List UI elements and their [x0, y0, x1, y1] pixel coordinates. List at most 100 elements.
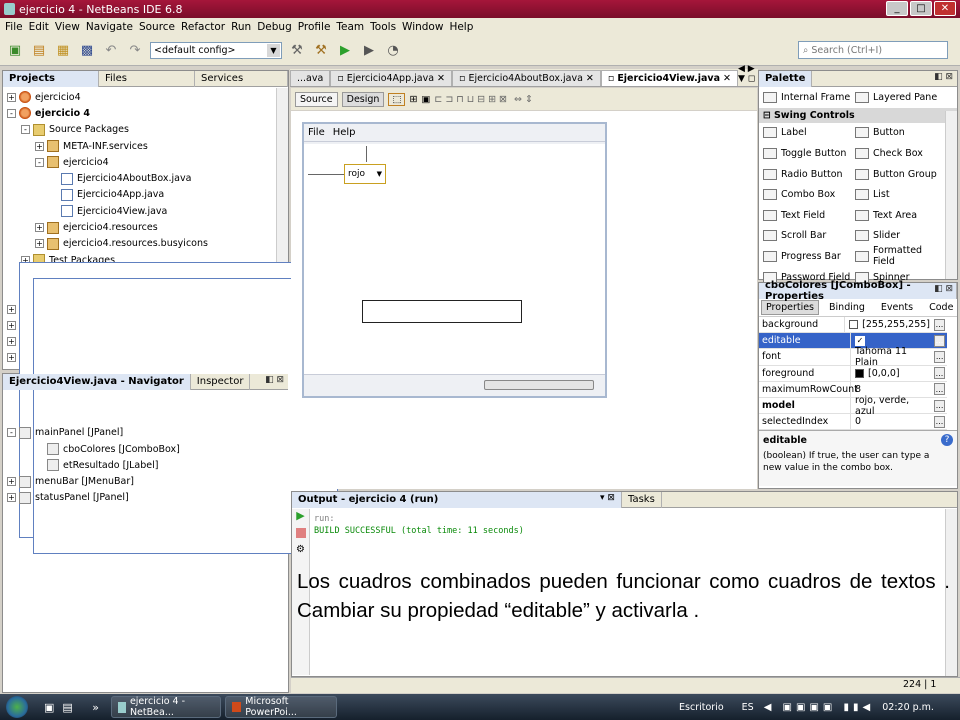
menu-profile[interactable]: Profile: [295, 21, 334, 33]
menu-view[interactable]: View: [52, 21, 83, 33]
design-view-button[interactable]: Design: [341, 91, 385, 107]
tree-item[interactable]: + ejercicio4.resources.busyicons: [7, 236, 288, 252]
tab-editor-aboutbox[interactable]: ▫ Ejercicio4AboutBox.java ✕: [452, 70, 601, 86]
palette-item[interactable]: Check Box: [855, 147, 947, 159]
clean-build-icon[interactable]: ⚒: [312, 42, 330, 60]
expand-icon[interactable]: +: [7, 353, 16, 363]
tab-palette[interactable]: Palette: [759, 70, 813, 87]
form-preview[interactable]: File Help rojo ▼: [302, 122, 607, 398]
tab-services[interactable]: Services: [195, 70, 288, 87]
property-value-cell[interactable]: rojo, verde, azul...: [851, 395, 947, 417]
property-row[interactable]: font Tahoma 11 Plain...: [759, 346, 947, 368]
menu-window[interactable]: Window: [399, 21, 446, 33]
run-icon[interactable]: ▶: [336, 42, 354, 60]
menu-help[interactable]: Help: [446, 21, 476, 33]
menu-debug[interactable]: Debug: [254, 21, 295, 33]
close-tab-icon[interactable]: ✕: [437, 73, 445, 84]
palette-item[interactable]: Slider: [855, 230, 947, 242]
editable-checkbox[interactable]: ✓: [855, 335, 865, 346]
menu-edit[interactable]: Edit: [26, 21, 52, 33]
palette-item-internal-frame[interactable]: Internal Frame: [763, 91, 855, 103]
palette-item[interactable]: Label: [763, 127, 855, 139]
ellipsis-button[interactable]: ...: [934, 334, 945, 347]
align-icons[interactable]: ⊏⊐⊓⊔⊟⊞⊠: [434, 94, 510, 105]
tab-events[interactable]: Events: [875, 302, 919, 313]
ellipsis-button[interactable]: ...: [934, 383, 945, 396]
resize-icons[interactable]: ⇔ ⇕: [514, 94, 533, 105]
palette-item[interactable]: List: [855, 189, 947, 201]
preview-icon[interactable]: ▣: [421, 94, 430, 105]
tab-output[interactable]: Output - ejercicio 4 (run): [292, 491, 622, 508]
tab-editor-ava[interactable]: ...ava: [290, 70, 331, 86]
combo-box-selected[interactable]: rojo ▼: [344, 164, 386, 184]
profile-icon[interactable]: ◔: [384, 42, 402, 60]
editor-nav-icons[interactable]: ◀ ▶ ▼ ◻: [738, 64, 758, 84]
ellipsis-button[interactable]: ...: [934, 399, 945, 412]
start-button[interactable]: [0, 694, 34, 720]
stop-icon[interactable]: [295, 528, 306, 538]
palette-scrollbar[interactable]: [945, 111, 957, 279]
settings-icon[interactable]: ⚙: [292, 544, 309, 555]
palette-item[interactable]: Button Group: [855, 168, 947, 180]
palette-item[interactable]: Formatted Field: [855, 245, 947, 267]
new-project-icon[interactable]: ▤: [30, 42, 48, 60]
tree-item[interactable]: Ejercicio4App.java: [7, 187, 288, 203]
close-tab-icon[interactable]: ✕: [723, 73, 731, 84]
ellipsis-button[interactable]: ...: [934, 415, 945, 428]
property-value-cell[interactable]: [0,0,0]...: [851, 366, 947, 381]
expand-icon[interactable]: +: [35, 223, 44, 233]
redo-icon[interactable]: ↷: [126, 42, 144, 60]
expand-icon[interactable]: +: [7, 493, 16, 503]
search-input[interactable]: Search (Ctrl+I): [811, 45, 882, 56]
tree-item[interactable]: - ejercicio 4: [7, 105, 288, 121]
menu-refactor[interactable]: Refactor: [178, 21, 228, 33]
help-icon[interactable]: ?: [941, 434, 953, 446]
property-row[interactable]: selectedIndex 0...: [759, 414, 947, 430]
form-menu-file[interactable]: File: [308, 127, 325, 138]
ellipsis-button[interactable]: ...: [934, 318, 945, 331]
tree-item[interactable]: + ejercicio4: [7, 89, 288, 105]
palette-item[interactable]: Toggle Button: [763, 147, 855, 159]
palette-item[interactable]: Combo Box: [763, 189, 855, 201]
minimize-button[interactable]: _: [886, 1, 908, 16]
expand-icon[interactable]: +: [35, 239, 44, 249]
tree-item[interactable]: - Source Packages: [7, 122, 288, 138]
palette-item[interactable]: Button: [855, 127, 947, 139]
tree-item[interactable]: Ejercicio4AboutBox.java: [7, 170, 288, 186]
property-row[interactable]: model rojo, verde, azul...: [759, 395, 947, 417]
menu-tools[interactable]: Tools: [367, 21, 399, 33]
collapse-icon[interactable]: -: [21, 125, 30, 135]
rerun-icon[interactable]: ▶: [292, 509, 309, 522]
palette-item[interactable]: Progress Bar: [763, 250, 855, 262]
tab-binding[interactable]: Binding: [823, 302, 871, 313]
panel-controls-icon[interactable]: ▾ ⊠: [600, 493, 615, 503]
source-view-button[interactable]: Source: [295, 91, 338, 107]
tree-item[interactable]: + META-INF.services: [7, 138, 288, 154]
property-row[interactable]: foreground [0,0,0]...: [759, 365, 947, 382]
debug-icon[interactable]: ▶: [360, 42, 378, 60]
tab-inspector[interactable]: Inspector: [191, 373, 251, 390]
palette-section-header[interactable]: ⊟ Swing Controls: [759, 107, 957, 123]
ellipsis-button[interactable]: ...: [934, 367, 945, 380]
new-file-icon[interactable]: ▣: [6, 42, 24, 60]
config-select[interactable]: <default config> ▼: [150, 42, 282, 59]
form-menu-help[interactable]: Help: [333, 127, 356, 138]
label-placeholder[interactable]: [362, 300, 522, 323]
expand-icon[interactable]: +: [7, 477, 16, 487]
panel-controls-icon[interactable]: ◧ ⊠: [265, 375, 284, 385]
save-all-icon[interactable]: ▩: [78, 42, 96, 60]
panel-controls-icon[interactable]: ◧ ⊠: [934, 72, 953, 82]
build-icon[interactable]: ⚒: [288, 42, 306, 60]
desktop-label[interactable]: Escritorio: [679, 702, 724, 713]
open-project-icon[interactable]: ▦: [54, 42, 72, 60]
expand-icon[interactable]: +: [7, 337, 16, 347]
palette-item[interactable]: Radio Button: [763, 168, 855, 180]
menu-team[interactable]: Team: [333, 21, 367, 33]
menu-file[interactable]: File: [2, 21, 26, 33]
palette-item[interactable]: Text Area: [855, 209, 947, 221]
menu-run[interactable]: Run: [228, 21, 254, 33]
maximize-button[interactable]: □: [910, 1, 932, 16]
menu-navigate[interactable]: Navigate: [83, 21, 136, 33]
tab-projects[interactable]: Projects: [3, 70, 99, 87]
tab-editor-view[interactable]: ▫ Ejercicio4View.java ✕: [600, 70, 738, 86]
